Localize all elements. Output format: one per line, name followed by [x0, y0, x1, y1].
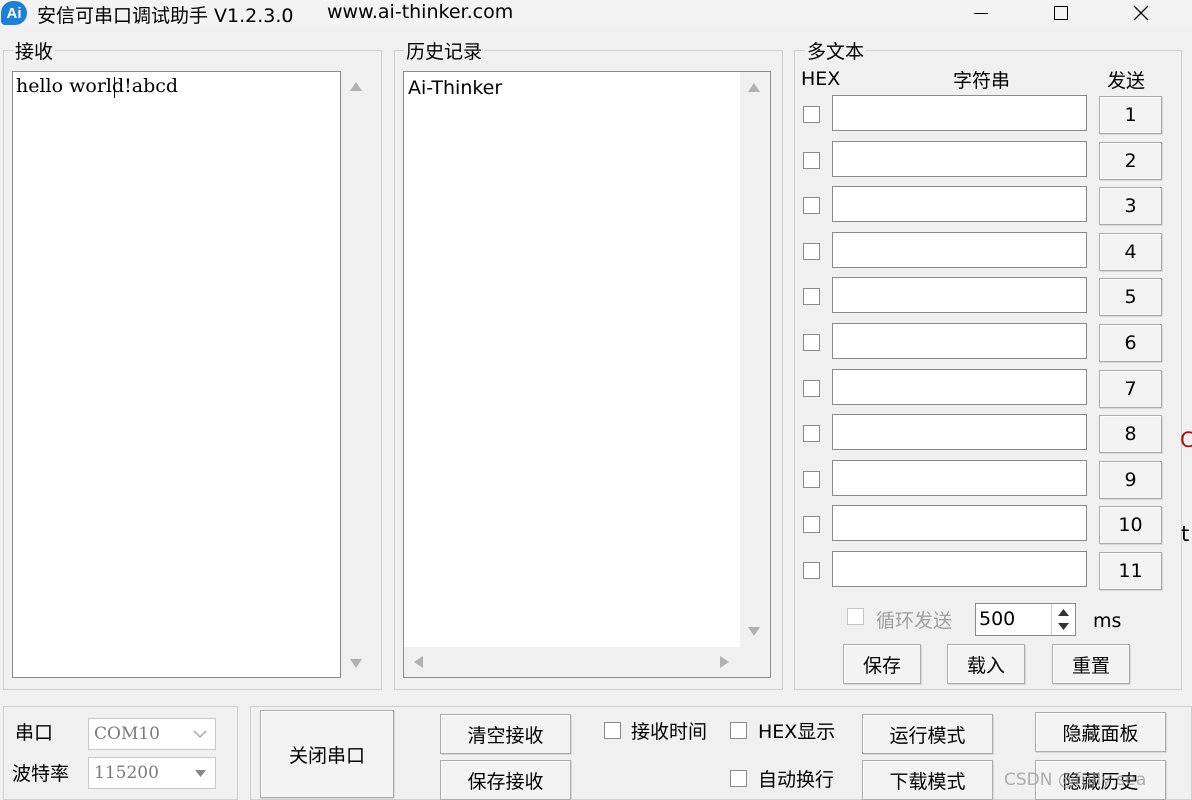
- scroll-down-icon[interactable]: [748, 627, 760, 636]
- receive-text: hello world!abcd: [16, 75, 179, 97]
- string-input[interactable]: [832, 186, 1087, 222]
- close-icon: [1133, 5, 1149, 21]
- send-column-header: 发送: [1107, 70, 1146, 92]
- send-button-3[interactable]: 3: [1099, 187, 1162, 225]
- app-logo: Ai: [1, 1, 27, 25]
- minimize-icon: [974, 12, 988, 14]
- string-input[interactable]: [832, 414, 1087, 450]
- hex-checkbox[interactable]: [803, 334, 820, 351]
- multitext-label: 多文本: [805, 40, 867, 64]
- string-input[interactable]: [832, 277, 1087, 313]
- scroll-right-icon[interactable]: [720, 656, 729, 668]
- port-label: 串口: [15, 722, 54, 744]
- port-value: COM10: [94, 724, 160, 744]
- auto-wrap-checkbox[interactable]: [730, 770, 747, 787]
- port-select[interactable]: COM10: [88, 718, 216, 750]
- hex-column-header: HEX: [801, 68, 841, 90]
- hex-checkbox[interactable]: [803, 288, 820, 305]
- interval-value: 500: [979, 608, 1016, 630]
- send-button-9[interactable]: 9: [1099, 461, 1162, 499]
- hex-checkbox[interactable]: [803, 380, 820, 397]
- receive-textarea[interactable]: hello world!abcd: [12, 71, 341, 678]
- history-label: 历史记录: [404, 40, 485, 64]
- send-button-10[interactable]: 10: [1099, 506, 1162, 544]
- window-url: www.ai-thinker.com: [327, 1, 514, 23]
- string-input[interactable]: [832, 232, 1087, 268]
- baud-value: 115200: [94, 763, 159, 783]
- save-receive-button[interactable]: 保存接收: [440, 760, 571, 800]
- auto-wrap-label: 自动换行: [758, 769, 835, 791]
- run-mode-button[interactable]: 运行模式: [862, 714, 993, 754]
- edge-fragment: C: [1180, 428, 1192, 452]
- dropdown-arrow-icon: [195, 770, 206, 777]
- interval-input[interactable]: 500: [975, 603, 1076, 636]
- hex-display-checkbox[interactable]: [730, 722, 747, 739]
- history-item[interactable]: Ai-Thinker: [408, 76, 502, 100]
- scroll-down-icon[interactable]: [350, 659, 362, 668]
- hex-checkbox[interactable]: [803, 197, 820, 214]
- reset-button[interactable]: 重置: [1052, 644, 1130, 684]
- string-input[interactable]: [832, 551, 1087, 587]
- baud-select[interactable]: 115200: [88, 757, 216, 789]
- watermark: CSDN @fully sea: [1004, 770, 1147, 790]
- save-button[interactable]: 保存: [843, 644, 921, 684]
- spin-up-icon[interactable]: [1058, 609, 1069, 616]
- close-window-button[interactable]: [1111, 0, 1171, 26]
- send-button-8[interactable]: 8: [1099, 415, 1162, 453]
- scroll-up-icon[interactable]: [350, 82, 362, 91]
- interval-spinner[interactable]: [1051, 604, 1075, 635]
- hex-checkbox[interactable]: [803, 106, 820, 123]
- close-port-button[interactable]: 关闭串口: [260, 710, 394, 798]
- string-input[interactable]: [832, 323, 1087, 359]
- hex-checkbox[interactable]: [803, 243, 820, 260]
- send-button-1[interactable]: 1: [1099, 96, 1162, 134]
- loop-send-checkbox[interactable]: [847, 608, 864, 625]
- hex-checkbox[interactable]: [803, 516, 820, 533]
- hex-checkbox[interactable]: [803, 471, 820, 488]
- history-vscrollbar[interactable]: [740, 72, 770, 647]
- send-button-7[interactable]: 7: [1099, 370, 1162, 408]
- hex-display-label: HEX显示: [758, 721, 836, 743]
- history-list[interactable]: Ai-Thinker: [403, 71, 771, 678]
- hex-checkbox[interactable]: [803, 425, 820, 442]
- interval-unit: ms: [1093, 610, 1122, 632]
- maximize-icon: [1054, 6, 1068, 20]
- hex-checkbox[interactable]: [803, 152, 820, 169]
- clear-receive-button[interactable]: 清空接收: [440, 714, 571, 754]
- receive-time-checkbox[interactable]: [604, 722, 621, 739]
- loop-send-label: 循环发送: [876, 610, 953, 632]
- history-hscrollbar[interactable]: [404, 647, 770, 677]
- send-button-4[interactable]: 4: [1099, 233, 1162, 271]
- text-cursor: [114, 77, 115, 98]
- string-input[interactable]: [832, 505, 1087, 541]
- load-button[interactable]: 载入: [947, 644, 1025, 684]
- chevron-down-icon: [193, 730, 207, 739]
- maximize-button[interactable]: [1031, 0, 1091, 26]
- scroll-up-icon[interactable]: [748, 83, 760, 92]
- download-mode-button[interactable]: 下载模式: [862, 760, 993, 800]
- hex-checkbox[interactable]: [803, 562, 820, 579]
- minimize-button[interactable]: [951, 0, 1011, 26]
- window-title: 安信可串口调试助手 V1.2.3.0: [37, 5, 294, 27]
- string-input[interactable]: [832, 141, 1087, 177]
- send-button-5[interactable]: 5: [1099, 278, 1162, 316]
- receive-time-label: 接收时间: [631, 721, 708, 743]
- string-input[interactable]: [832, 460, 1087, 496]
- baud-label: 波特率: [12, 763, 70, 785]
- scroll-left-icon[interactable]: [414, 656, 423, 668]
- send-button-11[interactable]: 11: [1099, 552, 1162, 590]
- receive-label: 接收: [13, 40, 56, 64]
- spin-down-icon[interactable]: [1058, 623, 1069, 630]
- send-button-2[interactable]: 2: [1099, 142, 1162, 180]
- string-input[interactable]: [832, 369, 1087, 405]
- string-column-header: 字符串: [953, 70, 1011, 92]
- send-button-6[interactable]: 6: [1099, 324, 1162, 362]
- hide-panel-button[interactable]: 隐藏面板: [1035, 712, 1166, 752]
- receive-scrollbar[interactable]: [342, 71, 370, 678]
- edge-fragment: t: [1181, 522, 1190, 546]
- string-input[interactable]: [832, 95, 1087, 131]
